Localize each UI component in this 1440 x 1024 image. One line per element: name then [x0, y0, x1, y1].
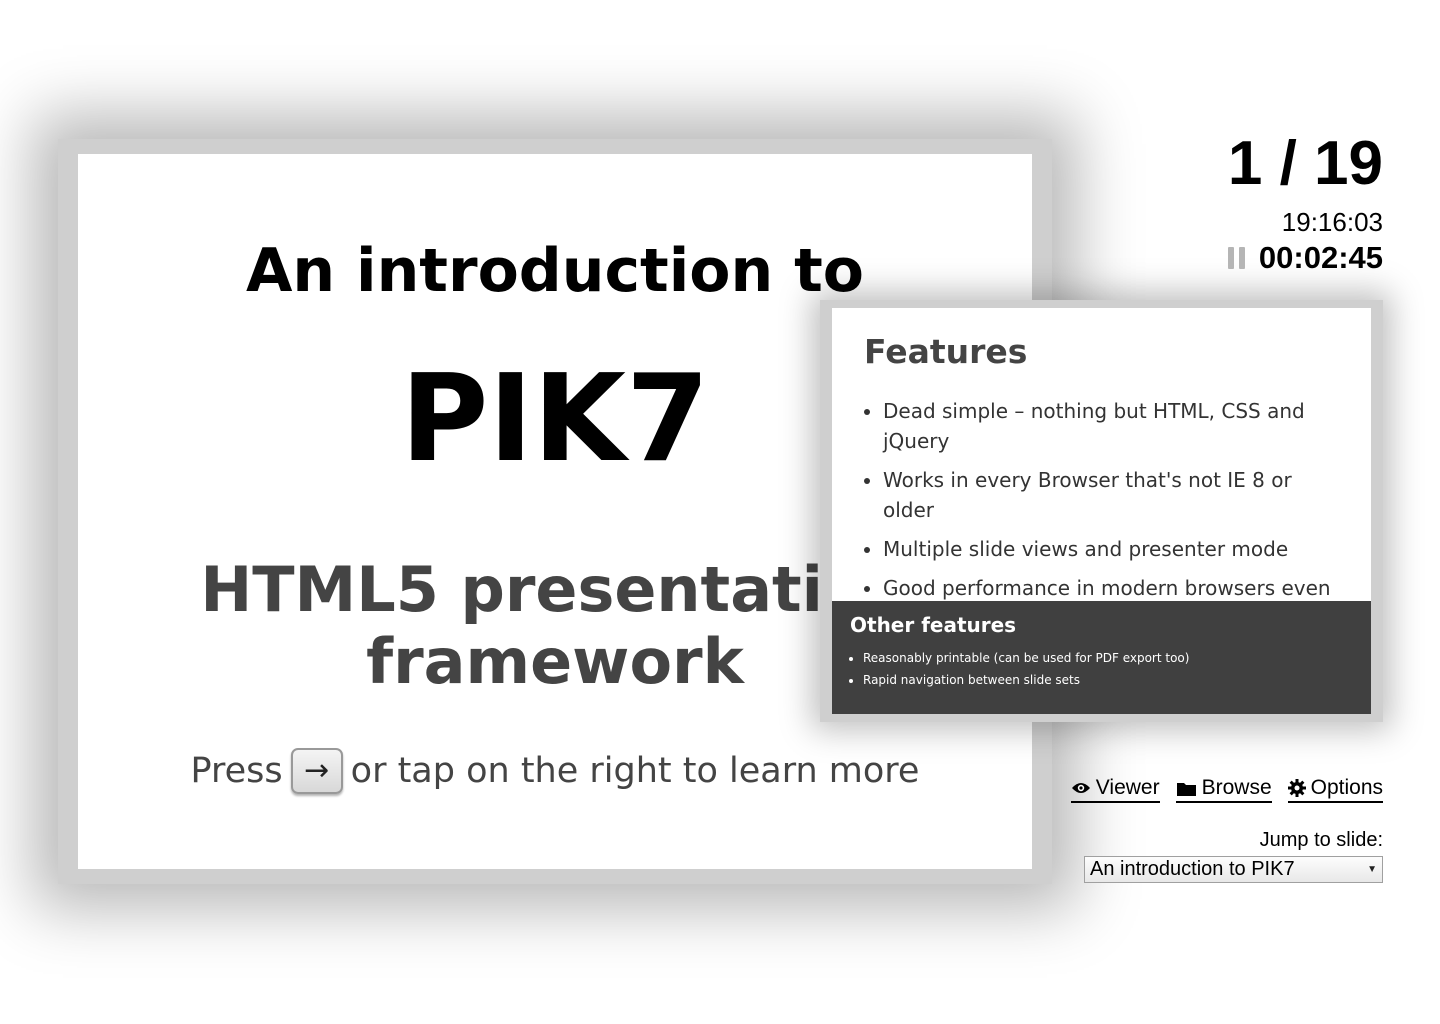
- list-item: Multiple slide views and presenter mode: [883, 534, 1341, 564]
- other-features-title: Other features: [850, 613, 1017, 637]
- elapsed-timer: 00:02:45: [1258, 240, 1383, 275]
- viewer-label: Viewer: [1095, 776, 1160, 799]
- current-time: 19:16:03: [1281, 207, 1383, 237]
- jump-selected-value: An introduction to PIK7: [1090, 858, 1295, 880]
- hint-text-after: or tap on the right to learn more: [350, 751, 920, 791]
- options-label: Options: [1310, 776, 1383, 799]
- slide-counter: 1 / 19: [1227, 129, 1383, 198]
- other-features-box: Other features Reasonably printable (can…: [832, 601, 1371, 714]
- gear-icon: [1287, 779, 1306, 797]
- dropdown-arrow-icon: ▼: [1367, 864, 1377, 875]
- next-slide-preview[interactable]: Features Dead simple – nothing but HTML,…: [832, 308, 1371, 714]
- view-nav: Viewer Browse Options: [1070, 776, 1383, 803]
- right-arrow-key-icon: →: [290, 748, 343, 794]
- jump-to-slide-label: Jump to slide:: [1259, 829, 1383, 851]
- next-slide-preview-frame: Features Dead simple – nothing but HTML,…: [820, 300, 1383, 722]
- viewer-link[interactable]: Viewer: [1070, 776, 1160, 803]
- options-link[interactable]: Options: [1287, 776, 1383, 803]
- hint-text-before: Press: [190, 751, 283, 791]
- preview-title: Features: [864, 332, 1028, 371]
- timer-row: 00:02:45: [1227, 240, 1383, 276]
- list-item: Reasonably printable (can be used for PD…: [863, 647, 1353, 669]
- folder-icon: [1176, 780, 1197, 797]
- eye-icon: [1071, 781, 1091, 795]
- list-item: Works in every Browser that's not IE 8 o…: [883, 465, 1341, 525]
- jump-to-slide-select[interactable]: An introduction to PIK7 ▼: [1084, 856, 1383, 883]
- browse-link[interactable]: Browse: [1175, 776, 1272, 803]
- list-item: Rapid navigation between slide sets: [863, 669, 1353, 691]
- pause-icon[interactable]: [1227, 247, 1245, 269]
- list-item: Dead simple – nothing but HTML, CSS and …: [883, 396, 1341, 456]
- slide-intro-heading: An introduction to: [245, 236, 865, 306]
- other-features-list: Reasonably printable (can be used for PD…: [850, 647, 1353, 691]
- slide-hint: Press → or tap on the right to learn mor…: [78, 748, 1032, 794]
- browse-label: Browse: [1201, 776, 1272, 799]
